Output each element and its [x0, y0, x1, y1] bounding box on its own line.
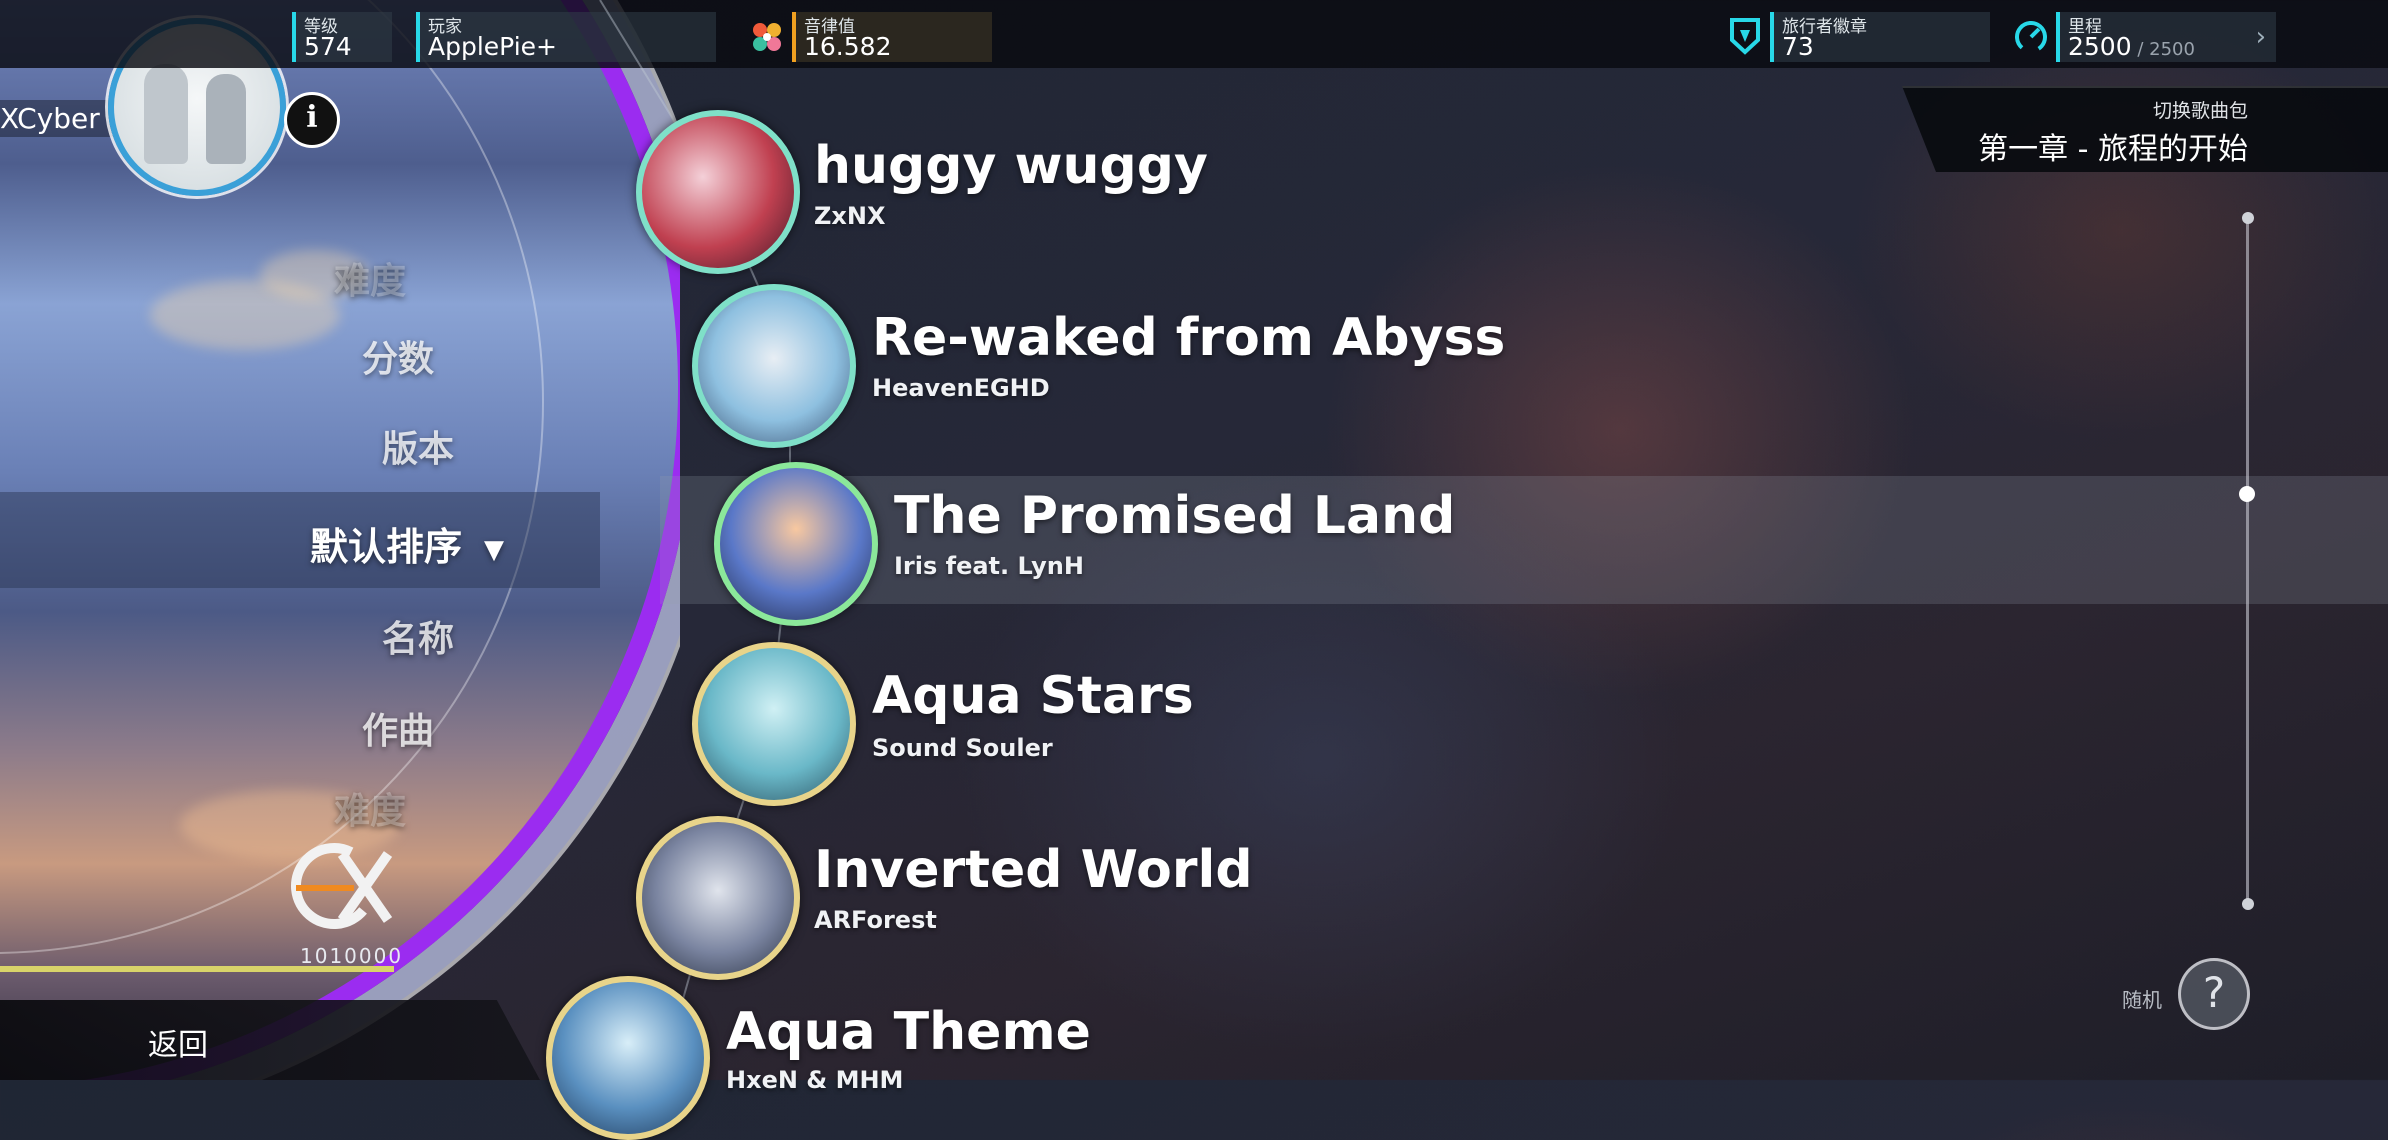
song-artist: ZxNX: [814, 202, 886, 230]
current-pack-name: 第一章 - 旅程的开始: [1978, 132, 2248, 167]
song-artist: Iris feat. LynH: [894, 552, 1084, 580]
song-jacket: [692, 284, 856, 448]
mileage-stat[interactable]: 里程 2500 / 2500 ›: [2056, 12, 2276, 62]
song-jacket: [636, 816, 800, 980]
scrollbar-bottom-cap: [2242, 898, 2254, 910]
song-artist: ARForest: [814, 906, 937, 934]
song-title: Aqua Theme: [726, 1002, 1091, 1062]
random-button[interactable]: ?: [2178, 958, 2250, 1030]
song-list-scrollbar[interactable]: [2246, 218, 2249, 906]
traveler-badge-icon: [1730, 18, 1760, 55]
scrollbar-thumb[interactable]: [2239, 486, 2255, 502]
song-title: The Promised Land: [894, 486, 1456, 546]
song-jacket: [546, 976, 710, 1140]
mileage-current: 2500: [2068, 32, 2132, 61]
badge-stat[interactable]: 旅行者徽章 73: [1770, 12, 1990, 62]
song-pack-switcher[interactable]: 切换歌曲包 第一章 - 旅程的开始: [1902, 86, 2388, 172]
switch-pack-label: 切换歌曲包: [2152, 100, 2248, 122]
random-label: 随机: [2122, 988, 2162, 1012]
song-jacket: [636, 110, 800, 274]
chevron-right-icon: ›: [2255, 22, 2266, 52]
mileage-max: / 2500: [2131, 39, 2195, 60]
song-title: Re-waked from Abyss: [872, 308, 1506, 368]
scrollbar-top-cap: [2242, 212, 2254, 224]
song-artist: Sound Souler: [872, 734, 1053, 762]
song-jacket: [714, 462, 878, 626]
mileage-value: 2500 / 2500: [2068, 32, 2195, 61]
badge-value: 73: [1782, 32, 1814, 61]
song-artist: HeavenEGHD: [872, 374, 1050, 402]
speedometer-icon: [2015, 21, 2048, 53]
song-artist: HxeN & MHM: [726, 1066, 904, 1094]
song-title: Inverted World: [814, 840, 1253, 900]
song-jacket: [692, 642, 856, 806]
song-title: Aqua Stars: [872, 666, 1194, 726]
song-title: huggy wuggy: [814, 136, 1208, 196]
